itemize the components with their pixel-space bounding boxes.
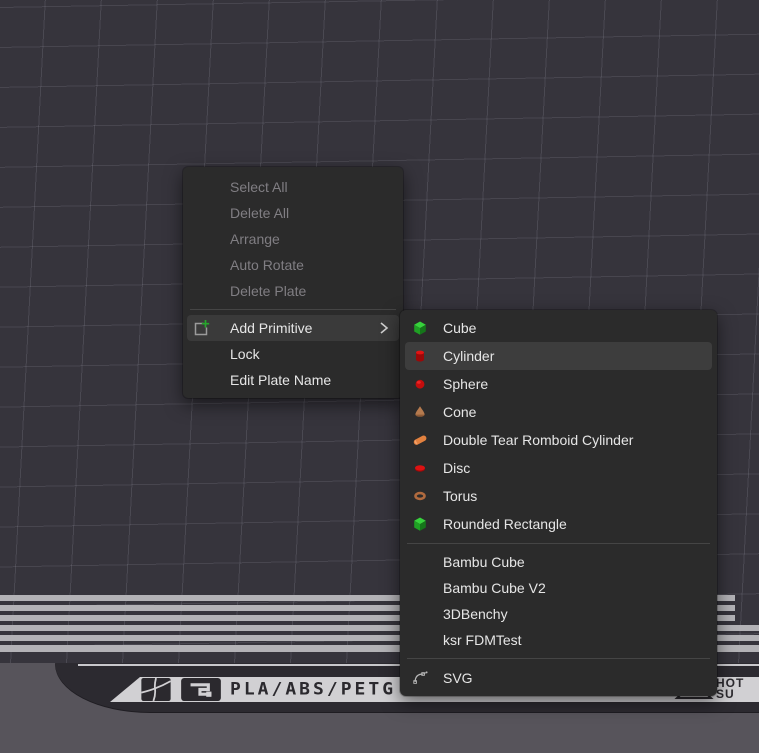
menu-item-arrange: Arrange [187,226,399,252]
menu-item-bambu-cube-v2[interactable]: Bambu Cube V2 [405,575,712,601]
cylinder-icon [412,348,428,364]
viewport-3d-canvas[interactable]: PLA/ABS/PETG HOT SU Select All Delete All… [0,0,759,753]
menu-item-label: Disc [443,460,470,476]
menu-item-sphere[interactable]: Sphere [405,370,712,398]
menu-item-add-primitive[interactable]: Add Primitive [187,315,399,341]
menu-item-label: Rounded Rectangle [443,516,567,532]
menu-item-label: Cylinder [443,348,494,364]
cube-icon [412,320,428,336]
menu-item-label: Edit Plate Name [230,372,331,388]
menu-item-auto-rotate: Auto Rotate [187,252,399,278]
bambu-mark-icon [180,678,222,701]
add-primitive-submenu: Cube Cylinder Sphere Cone Double Tear Romboi… [400,310,717,696]
menu-item-torus[interactable]: Torus [405,482,712,510]
menu-item-label: Delete Plate [230,283,306,299]
hot-surface-warning-text: HOT SU [716,678,744,700]
menu-item-ksr-fdmtest[interactable]: ksr FDMTest [405,627,712,653]
sphere-icon [412,376,428,392]
menu-item-label: Bambu Cube [443,554,525,570]
menu-item-label: Lock [230,346,260,362]
plate-material-label: PLA/ABS/PETG [230,680,396,700]
menu-item-label: Add Primitive [230,320,312,336]
menu-item-label: Delete All [230,205,289,221]
menu-item-label: ksr FDMTest [443,632,522,648]
bambu-swirl-icon [140,678,172,701]
menu-item-select-all: Select All [187,174,399,200]
menu-item-lock[interactable]: Lock [187,341,399,367]
menu-item-bambu-cube[interactable]: Bambu Cube [405,549,712,575]
menu-item-label: Torus [443,488,477,504]
warning-line-2: SU [716,689,744,700]
menu-item-edit-plate-name[interactable]: Edit Plate Name [187,367,399,393]
torus-icon [412,488,428,504]
capsule-icon [412,432,428,448]
menu-item-label: Cube [443,320,476,336]
add-primitive-icon [192,319,210,337]
menu-item-label: SVG [443,670,473,686]
menu-item-label: Cone [443,404,476,420]
svg-curve-icon [412,670,428,686]
menu-item-rounded-rectangle[interactable]: Rounded Rectangle [405,510,712,538]
menu-item-3dbenchy[interactable]: 3DBenchy [405,601,712,627]
menu-separator [190,309,396,310]
menu-item-label: Auto Rotate [230,257,304,273]
menu-separator [407,658,710,659]
menu-item-label: Arrange [230,231,280,247]
menu-item-label: 3DBenchy [443,606,508,622]
menu-item-disc[interactable]: Disc [405,454,712,482]
menu-item-delete-plate: Delete Plate [187,278,399,304]
menu-item-delete-all: Delete All [187,200,399,226]
menu-item-cone[interactable]: Cone [405,398,712,426]
menu-separator [407,543,710,544]
menu-item-svg[interactable]: SVG [405,664,712,692]
rounded-rectangle-icon [412,516,428,532]
menu-item-label: Sphere [443,376,488,392]
chevron-right-icon [379,321,389,335]
cone-icon [412,404,428,420]
menu-item-cylinder[interactable]: Cylinder [405,342,712,370]
menu-item-label: Select All [230,179,288,195]
menu-item-double-tear-romboid-cylinder[interactable]: Double Tear Romboid Cylinder [405,426,712,454]
disc-icon [412,460,428,476]
menu-item-label: Double Tear Romboid Cylinder [443,432,633,448]
menu-item-cube[interactable]: Cube [405,314,712,342]
plate-context-menu: Select All Delete All Arrange Auto Rotate De… [183,167,403,398]
menu-item-label: Bambu Cube V2 [443,580,546,596]
